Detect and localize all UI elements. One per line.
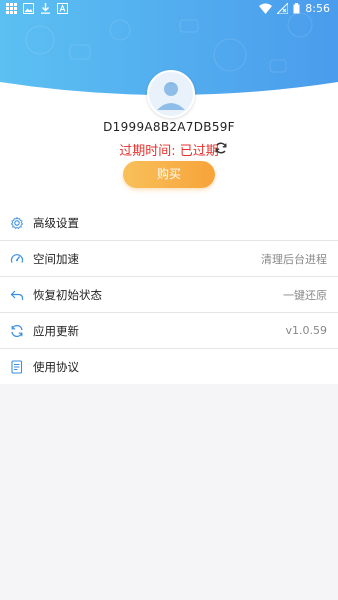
refresh-icon[interactable] [214, 141, 228, 155]
menu-item-user-agreement[interactable]: 使用协议 [0, 349, 338, 384]
menu-item-label: 应用更新 [33, 323, 79, 338]
document-icon [11, 359, 23, 374]
expire-label: 过期时间: 已过期 [119, 144, 219, 159]
sync-icon [11, 324, 23, 337]
download-icon [41, 3, 50, 14]
menu-item-label: 高级设置 [33, 215, 79, 230]
image-icon [23, 3, 34, 14]
menu-item-app-update[interactable]: 应用更新 v1.0.59 [0, 313, 338, 349]
app-icon [57, 3, 68, 14]
no-signal-icon [277, 3, 289, 14]
avatar[interactable] [147, 70, 195, 118]
gear-icon [10, 216, 24, 229]
grid-icon [6, 3, 17, 14]
user-avatar-icon [149, 72, 193, 116]
battery-icon [293, 3, 300, 14]
menu-item-restore-defaults[interactable]: 恢复初始状态 一键还原 [0, 277, 338, 313]
menu-item-advanced-settings[interactable]: 高级设置 [0, 205, 338, 241]
expire-status: 过期时间: 已过期 [0, 140, 338, 159]
profile-header: D1999A8B2A7DB59F 过期时间: 已过期 购买 [0, 0, 338, 210]
undo-icon [10, 290, 24, 300]
wifi-icon [259, 3, 273, 14]
menu-item-label: 恢复初始状态 [33, 287, 102, 302]
settings-menu: 高级设置 空间加速 清理后台进程 恢复初始状态 一键还原 应用更新 v1.0.5… [0, 205, 338, 384]
status-bar: 8:56 [0, 0, 338, 18]
buy-button[interactable]: 购买 [123, 161, 215, 188]
status-time: 8:56 [305, 2, 330, 15]
menu-item-value: 一键还原 [283, 288, 327, 302]
menu-item-label: 使用协议 [33, 359, 79, 374]
menu-item-value: v1.0.59 [285, 324, 328, 337]
device-id: D1999A8B2A7DB59F [103, 120, 235, 134]
speedometer-icon [10, 253, 24, 263]
menu-item-label: 空间加速 [33, 251, 79, 266]
menu-item-value: 清理后台进程 [261, 252, 327, 266]
menu-item-space-boost[interactable]: 空间加速 清理后台进程 [0, 241, 338, 277]
